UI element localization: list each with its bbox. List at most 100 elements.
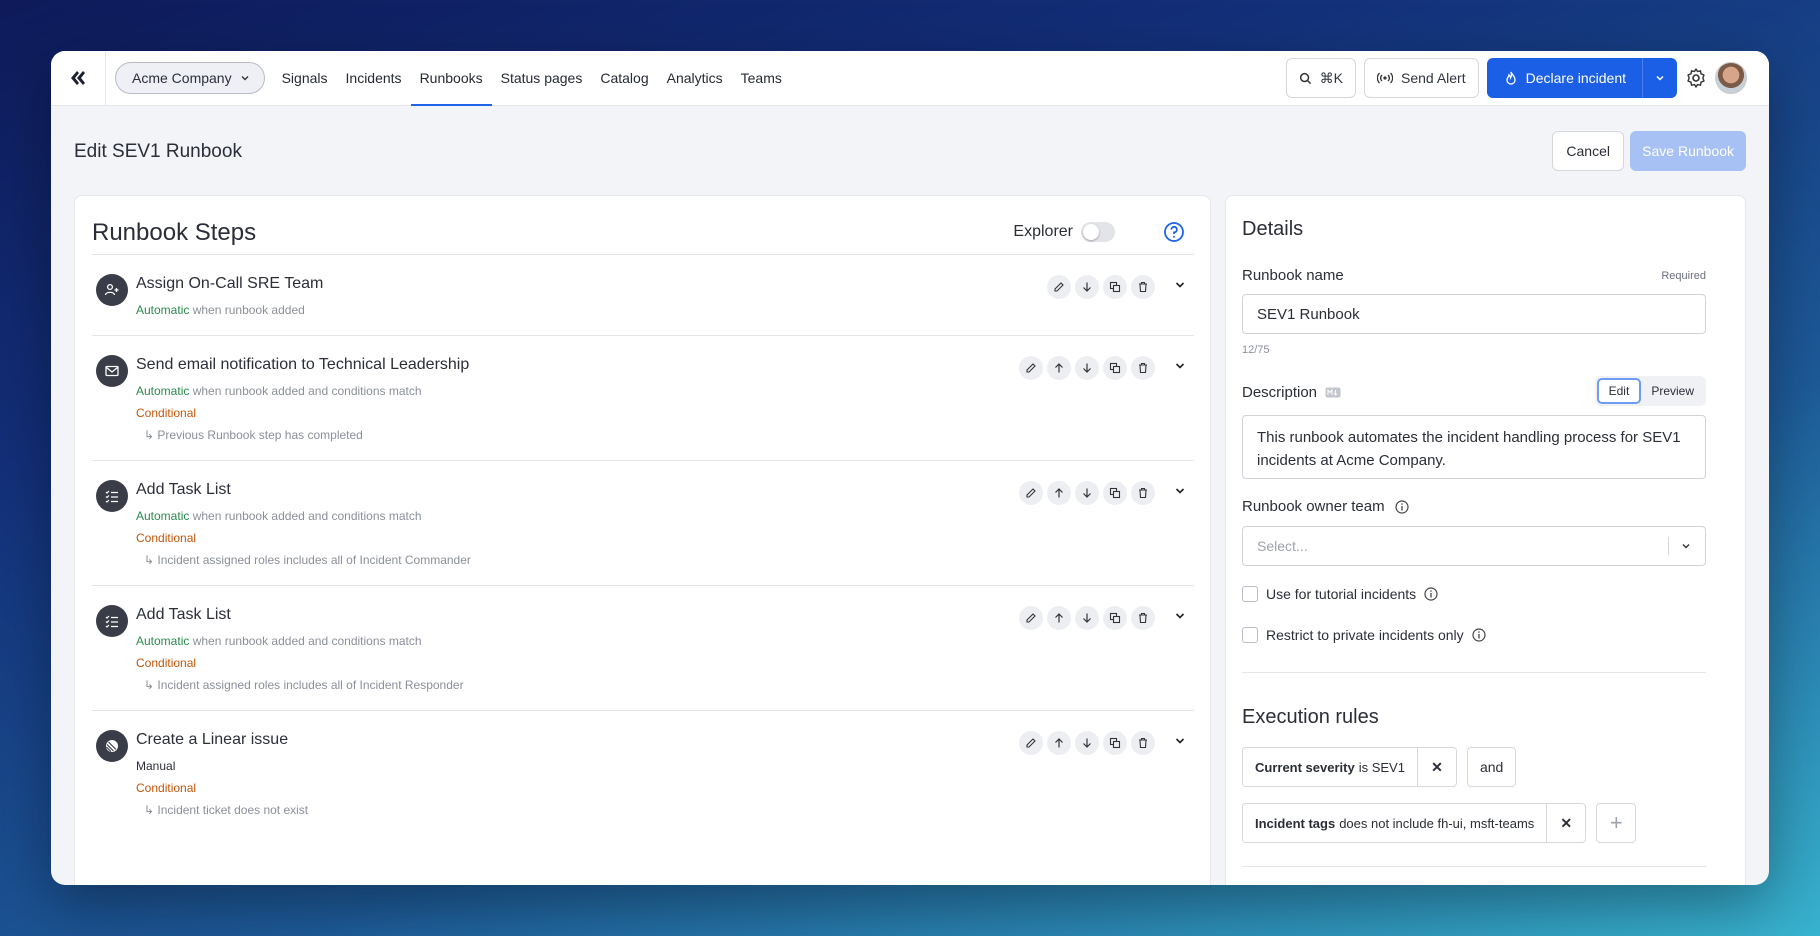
info-icon[interactable] — [1472, 628, 1486, 642]
company-switcher[interactable]: Acme Company — [115, 62, 265, 94]
declare-dropdown-button[interactable] — [1643, 58, 1677, 98]
user-avatar[interactable] — [1715, 62, 1747, 94]
tab-preview[interactable]: Preview — [1641, 378, 1704, 404]
nav-analytics[interactable]: Analytics — [658, 51, 732, 106]
trash-icon — [1139, 737, 1147, 749]
info-icon[interactable] — [1424, 587, 1438, 601]
app-logo[interactable] — [51, 51, 106, 106]
move-up-button[interactable] — [1047, 356, 1071, 380]
tutorial-checkbox-row: Use for tutorial incidents — [1242, 586, 1438, 602]
chevron-down-icon[interactable] — [1174, 279, 1186, 291]
delete-step-button[interactable] — [1131, 481, 1155, 505]
top-nav: Acme Company Signals Incidents Runbooks … — [51, 51, 1769, 106]
step-trigger: Automatic when runbook added — [136, 302, 1194, 318]
duplicate-step-button[interactable] — [1103, 481, 1127, 505]
description-textarea[interactable]: This runbook automates the incident hand… — [1242, 415, 1706, 479]
nav-incidents[interactable]: Incidents — [337, 51, 411, 106]
cancel-button[interactable]: Cancel — [1552, 131, 1624, 171]
tutorial-checkbox[interactable] — [1242, 586, 1258, 602]
edit-icon — [1026, 488, 1036, 498]
nav-teams[interactable]: Teams — [732, 51, 791, 106]
owner-team-select[interactable]: Select... — [1242, 526, 1706, 566]
nav-actions: ⌘K Send Alert Declare incident — [1285, 58, 1747, 98]
remove-rule-button[interactable]: ✕ — [1418, 748, 1456, 786]
edit-step-button[interactable] — [1019, 606, 1043, 630]
chevron-down-icon[interactable] — [1174, 485, 1186, 497]
move-up-button[interactable] — [1047, 731, 1071, 755]
edit-step-button[interactable] — [1019, 356, 1043, 380]
duplicate-step-button[interactable] — [1103, 606, 1127, 630]
remove-rule-button[interactable]: ✕ — [1547, 804, 1585, 842]
chevron-down-icon — [1682, 544, 1690, 549]
declare-label: Declare incident — [1525, 70, 1626, 86]
send-alert-button[interactable]: Send Alert — [1364, 58, 1479, 98]
step-trigger-text: when runbook added and conditions match — [192, 509, 422, 523]
nav-catalog[interactable]: Catalog — [591, 51, 657, 106]
nav-runbooks[interactable]: Runbooks — [410, 51, 492, 106]
edit-step-button[interactable] — [1019, 481, 1043, 505]
runbook-name-input[interactable]: SEV1 Runbook — [1242, 294, 1706, 334]
move-down-button[interactable] — [1075, 356, 1099, 380]
step-item: Create a Linear issue Manual Conditional… — [92, 711, 1194, 835]
linear-icon — [106, 740, 118, 752]
move-up-button[interactable] — [1047, 606, 1071, 630]
move-down-button[interactable] — [1075, 731, 1099, 755]
duplicate-step-button[interactable] — [1103, 356, 1127, 380]
delete-step-button[interactable] — [1131, 356, 1155, 380]
runbook-steps-panel: Runbook Steps Explorer Assign On-Call SR… — [74, 195, 1211, 885]
step-item: Add Task List Automatic when runbook add… — [92, 586, 1194, 711]
trash-icon — [1139, 487, 1147, 499]
step-trigger: Automatic when runbook added and conditi… — [136, 383, 1194, 399]
copy-icon — [1109, 487, 1121, 499]
move-down-button[interactable] — [1075, 481, 1099, 505]
step-mode: Manual — [136, 759, 176, 773]
and-operator[interactable]: and — [1466, 747, 1517, 787]
step-actions — [1019, 356, 1155, 380]
move-down-button[interactable] — [1075, 606, 1099, 630]
edit-step-button[interactable] — [1019, 731, 1043, 755]
step-icon-wrap — [96, 355, 128, 387]
edit-icon — [1026, 738, 1036, 748]
rule-condition-text: Current severity is SEV1 — [1243, 748, 1418, 786]
logo-icon — [71, 71, 85, 85]
move-down-button[interactable] — [1075, 275, 1099, 299]
delete-step-button[interactable] — [1131, 275, 1155, 299]
description-label-row: Description — [1242, 384, 1341, 401]
move-up-button[interactable] — [1047, 481, 1071, 505]
duplicate-step-button[interactable] — [1103, 731, 1127, 755]
edit-step-button[interactable] — [1047, 275, 1071, 299]
rule-field: Current severity — [1255, 759, 1355, 775]
save-runbook-button[interactable]: Save Runbook — [1630, 131, 1746, 171]
copy-icon — [1109, 612, 1121, 624]
search-icon — [1299, 72, 1311, 84]
chevron-down-icon[interactable] — [1174, 360, 1186, 372]
explorer-toggle[interactable] — [1081, 222, 1115, 242]
rule-condition-pill[interactable]: Current severity is SEV1 ✕ — [1242, 747, 1457, 787]
rule-field: Incident tags — [1255, 815, 1336, 831]
chevron-down-icon[interactable] — [1174, 735, 1186, 747]
nav-status-pages[interactable]: Status pages — [492, 51, 592, 106]
step-condition-detail: ↳ Previous Runbook step has completed — [144, 428, 363, 442]
app-window: Acme Company Signals Incidents Runbooks … — [51, 51, 1769, 885]
description-label: Description — [1242, 384, 1318, 401]
step-mode: Automatic — [136, 509, 190, 523]
step-condition-detail: ↳ Incident ticket does not exist — [144, 803, 309, 817]
owner-label-row: Runbook owner team — [1242, 498, 1409, 515]
tab-edit[interactable]: Edit — [1596, 378, 1642, 404]
delete-step-button[interactable] — [1131, 731, 1155, 755]
step-conditional: Conditional — [136, 531, 197, 545]
declare-incident-button[interactable]: Declare incident — [1487, 58, 1643, 98]
add-rule-button[interactable]: + — [1596, 803, 1637, 843]
rule-condition-text: Incident tags does not include fh-ui, msf… — [1243, 804, 1548, 842]
rule-condition-pill[interactable]: Incident tags does not include fh-ui, msf… — [1242, 803, 1587, 843]
gear-icon[interactable] — [1685, 67, 1707, 89]
info-icon[interactable] — [1394, 499, 1409, 514]
nav-signals[interactable]: Signals — [273, 51, 337, 106]
delete-step-button[interactable] — [1131, 606, 1155, 630]
help-icon[interactable] — [1163, 221, 1185, 243]
step-item: Assign On-Call SRE Team Automatic when r… — [92, 255, 1194, 336]
private-checkbox[interactable] — [1242, 627, 1258, 643]
duplicate-step-button[interactable] — [1103, 275, 1127, 299]
search-button[interactable]: ⌘K — [1285, 58, 1356, 98]
chevron-down-icon[interactable] — [1174, 610, 1186, 622]
